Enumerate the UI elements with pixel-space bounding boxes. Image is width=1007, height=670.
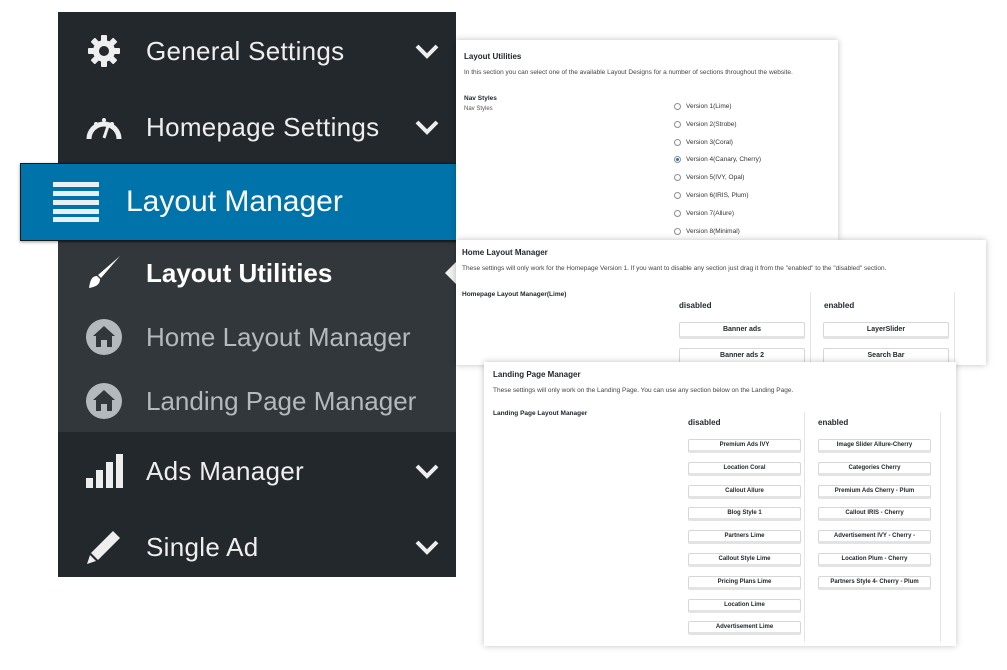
sidebar-item-layout-manager[interactable]: Layout Manager	[20, 163, 497, 241]
sidebar-item-label: Layout Manager	[126, 185, 343, 218]
radio-button[interactable]	[674, 174, 681, 182]
column-divider	[954, 292, 955, 362]
field-label: Nav Styles	[464, 95, 497, 102]
radio-button[interactable]	[674, 120, 681, 128]
nav-style-option[interactable]: Version 6(IRIS, Plum)	[674, 192, 749, 199]
layout-section-chip[interactable]: Blog Style 1	[688, 507, 801, 522]
nav-style-option[interactable]: Version 8(Minimal)	[674, 227, 740, 235]
layout-section-chip[interactable]: Callout IRIS - Cherry	[818, 507, 931, 522]
nav-style-option[interactable]: Version 1(Lime)	[674, 103, 732, 110]
home-icon	[85, 382, 123, 420]
radio-button[interactable]	[674, 192, 681, 199]
sidebar-item-label: General Settings	[146, 35, 345, 66]
radio-button[interactable]	[674, 103, 681, 110]
submenu-item-layout-utilities[interactable]: Layout Utilities	[58, 241, 456, 305]
layout-utilities-panel: Layout Utilities In this section you can…	[456, 40, 838, 240]
chevron-down-icon[interactable]	[414, 534, 440, 560]
nav-style-option[interactable]: Version 3(Coral)	[674, 138, 733, 146]
layout-section-chip[interactable]: Advertisement Lime	[688, 621, 801, 636]
radio-label: Version 4(Canary, Cherry)	[686, 156, 762, 164]
enabled-column-heading: enabled	[818, 418, 849, 427]
menu-icon	[53, 182, 99, 222]
nav-style-option[interactable]: Version 2(Strobe)	[674, 120, 737, 128]
sidebar-item-ads-manager[interactable]: Ads Manager	[58, 433, 456, 509]
bar-chart-icon	[85, 452, 123, 490]
enabled-column-heading: enabled	[824, 301, 855, 310]
brush-icon	[85, 254, 123, 292]
layout-section-chip[interactable]: Partners Style 4- Cherry - Plum	[818, 575, 931, 590]
chevron-down-icon[interactable]	[414, 458, 440, 484]
radio-label: Version 8(Minimal)	[686, 227, 740, 235]
sidebar-item-homepage-settings[interactable]: Homepage Settings	[58, 89, 456, 165]
sidebar-item-single-ad[interactable]: Single Ad	[58, 509, 456, 585]
nav-style-option[interactable]: Version 7(Allure)	[674, 209, 735, 217]
layout-section-chip[interactable]: Location Coral	[688, 461, 801, 476]
chevron-down-icon[interactable]	[414, 114, 440, 140]
chevron-down-icon[interactable]	[414, 38, 440, 64]
layout-section-chip[interactable]: Categories Cherry	[818, 461, 931, 476]
dashboard-icon	[85, 108, 123, 146]
radio-button[interactable]	[674, 138, 681, 146]
layout-section-chip[interactable]: Pricing Plans Lime	[688, 575, 801, 590]
layout-section-chip[interactable]: Location Plum - Cherry	[818, 553, 931, 567]
pencil-icon	[85, 528, 123, 566]
home-layout-manager-panel: Home Layout Manager These settings will …	[456, 240, 986, 365]
submenu-item-label: Layout Utilities	[146, 257, 333, 288]
layout-section-chip[interactable]: Banner ads	[679, 322, 805, 339]
sidebar-item-label: Homepage Settings	[146, 111, 380, 142]
radio-label: Version 2(Strobe)	[686, 120, 737, 128]
radio-label: Version 5(IVY, Opal)	[686, 174, 745, 182]
layout-section-chip[interactable]: Premium Ads IVY	[688, 439, 801, 453]
radio-button[interactable]	[674, 209, 681, 217]
panel-description: In this section you can select one of th…	[464, 69, 793, 76]
column-divider	[804, 412, 805, 642]
radio-button[interactable]	[674, 156, 681, 164]
layout-section-chip[interactable]: Partners Lime	[688, 530, 801, 545]
nav-style-option[interactable]: Version 5(IVY, Opal)	[674, 174, 745, 182]
radio-label: Version 7(Allure)	[686, 209, 735, 217]
sidebar-item-label: Single Ad	[146, 531, 259, 562]
layout-section-chip[interactable]: Advertisement IVY - Cherry -	[818, 530, 931, 545]
layout-section-chip[interactable]: Premium Ads Cherry - Plum	[818, 484, 931, 499]
radio-button[interactable]	[674, 227, 681, 235]
submenu-item-label: Landing Page Manager	[146, 385, 417, 416]
disabled-column-heading: disabled	[679, 301, 712, 310]
submenu-item-label: Home Layout Manager	[146, 321, 411, 352]
column-divider	[940, 412, 941, 642]
submenu-item-landing-page-manager[interactable]: Landing Page Manager	[58, 369, 456, 433]
current-item-pointer	[445, 262, 456, 284]
panel-title: Home Layout Manager	[462, 248, 548, 257]
gear-icon	[85, 32, 123, 70]
radio-label: Version 6(IRIS, Plum)	[686, 192, 749, 199]
field-label: Landing Page Layout Manager	[493, 410, 588, 417]
column-divider	[810, 292, 811, 362]
panel-title: Layout Utilities	[464, 52, 522, 61]
layout-section-chip[interactable]: Location Lime	[688, 598, 801, 613]
radio-label: Version 3(Coral)	[686, 138, 733, 146]
sidebar-item-label: Ads Manager	[146, 455, 304, 486]
landing-page-manager-panel: Landing Page Manager These settings will…	[484, 362, 956, 646]
panel-description: These settings will only work on the Lan…	[493, 387, 794, 394]
layout-section-chip[interactable]: Image Slider Allure-Cherry	[818, 439, 931, 453]
layout-section-chip[interactable]: Callout Style Lime	[688, 553, 801, 567]
submenu-item-home-layout-manager[interactable]: Home Layout Manager	[58, 305, 456, 369]
layout-section-chip[interactable]: Callout Allure	[688, 484, 801, 499]
home-icon	[85, 318, 123, 356]
panel-title: Landing Page Manager	[493, 370, 581, 379]
disabled-column-heading: disabled	[688, 418, 721, 427]
panel-description: These settings will only work for the Ho…	[462, 265, 887, 272]
sidebar-item-general-settings[interactable]: General Settings	[58, 13, 456, 89]
radio-label: Version 1(Lime)	[686, 103, 732, 110]
field-label: Homepage Layout Manager(Lime)	[462, 291, 567, 298]
layout-section-chip[interactable]: LayerSlider	[823, 322, 949, 339]
nav-style-option[interactable]: Version 4(Canary, Cherry)	[674, 156, 762, 164]
field-sublabel: Nav Styles	[464, 106, 493, 112]
